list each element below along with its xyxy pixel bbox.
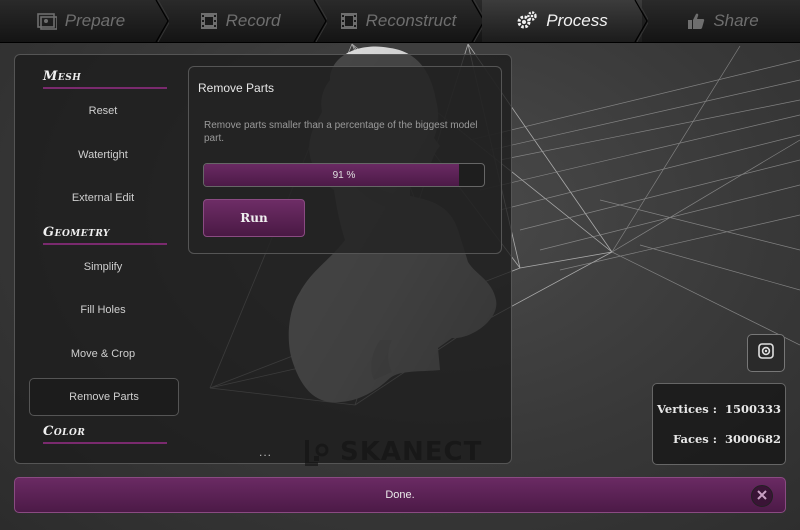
camera-icon xyxy=(757,342,775,365)
status-bar: Done. xyxy=(14,477,786,513)
section-heading-geometry: Geometry xyxy=(43,225,167,245)
dismiss-status-button[interactable] xyxy=(751,485,773,507)
close-icon xyxy=(757,487,767,505)
percentage-slider[interactable]: 91 % xyxy=(203,163,485,187)
mesh-stats-panel: Vertices : 1500333 Faces : 3000682 xyxy=(652,383,786,465)
menu-item-external-edit[interactable]: External Edit xyxy=(29,180,177,216)
vertices-value: 1500333 xyxy=(725,402,782,416)
faces-value: 3000682 xyxy=(725,432,782,446)
app-watermark: SKANECT xyxy=(304,436,482,468)
image-icon xyxy=(36,12,57,30)
screenshot-button[interactable] xyxy=(747,334,785,372)
menu-item-fill-holes[interactable]: Fill Holes xyxy=(29,292,177,328)
run-button[interactable]: Run xyxy=(203,199,305,237)
nav-separator xyxy=(634,0,648,42)
menu-item-reset[interactable]: Reset xyxy=(29,93,177,129)
section-heading-color: Color xyxy=(43,424,167,444)
panel-description: Remove parts smaller than a percentage o… xyxy=(204,120,478,144)
nav-tab-prepare[interactable]: Prepare xyxy=(0,0,162,42)
film-reel-icon xyxy=(340,12,358,30)
section-heading-mesh: Mesh xyxy=(43,69,167,89)
menu-item-simplify[interactable]: Simplify xyxy=(29,249,177,285)
nav-tab-reconstruct[interactable]: Reconstruct xyxy=(323,0,473,42)
nav-tab-label: Share xyxy=(713,11,759,30)
nav-tab-share[interactable]: Share xyxy=(646,0,800,42)
status-message: Done. xyxy=(385,489,415,501)
panel-title: Remove Parts xyxy=(198,81,275,95)
nav-tab-record[interactable]: Record xyxy=(165,0,315,42)
remove-parts-panel: Remove Parts Remove parts smaller than a… xyxy=(188,66,502,254)
vertices-label: Vertices : xyxy=(657,402,717,416)
more-indicator[interactable]: ... xyxy=(259,445,272,459)
nav-tab-label: Process xyxy=(546,11,608,30)
menu-item-watertight[interactable]: Watertight xyxy=(29,137,177,173)
logo-icon xyxy=(304,438,334,466)
nav-tab-label: Prepare xyxy=(64,11,126,30)
menu-item-move-crop[interactable]: Move & Crop xyxy=(29,336,177,372)
thumbs-up-icon xyxy=(687,12,705,30)
nav-tab-process[interactable]: Process xyxy=(482,0,642,42)
nav-tab-label: Record xyxy=(225,11,281,30)
gears-icon xyxy=(516,11,538,31)
nav-tab-label: Reconstruct xyxy=(365,11,457,30)
menu-item-remove-parts[interactable]: Remove Parts xyxy=(29,378,179,416)
film-icon xyxy=(200,12,218,30)
faces-label: Faces : xyxy=(672,432,717,446)
watermark-text: SKANECT xyxy=(340,437,483,467)
workflow-nav-bar: Prepare Record Reconstruct Process Share xyxy=(0,0,800,43)
slider-value: 91 % xyxy=(332,169,356,181)
